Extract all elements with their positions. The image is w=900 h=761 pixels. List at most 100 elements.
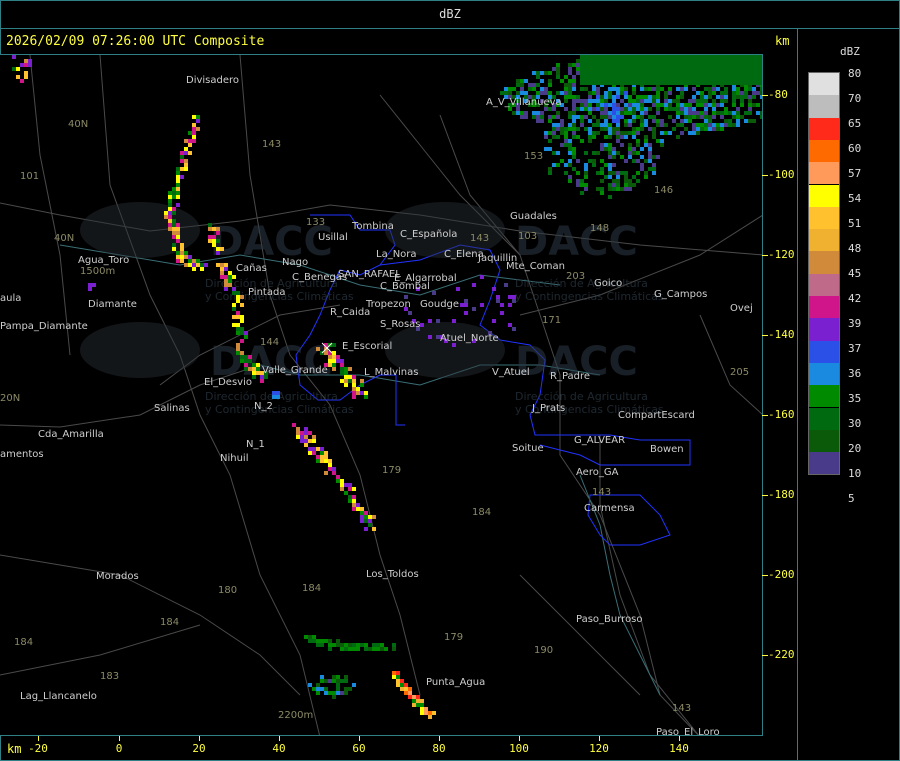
echo-cell — [348, 647, 352, 651]
echo-cell — [632, 127, 636, 131]
echo-cell — [520, 79, 524, 83]
echo-cell — [612, 115, 616, 119]
echo-cell — [632, 147, 636, 151]
echo-cell — [208, 235, 212, 239]
echo-cell — [644, 135, 648, 139]
echo-cell — [584, 163, 588, 167]
echo-cell — [616, 119, 620, 123]
echo-cell — [344, 375, 348, 379]
place-label: Diamante — [88, 299, 137, 310]
echo-cell — [304, 427, 308, 431]
echo-cell — [620, 135, 624, 139]
echo-cell — [616, 131, 620, 135]
echo-cell — [600, 123, 604, 127]
echo-cell — [568, 127, 572, 131]
echo-cell — [620, 115, 624, 119]
echo-cell — [628, 111, 632, 115]
echo-cell — [584, 183, 588, 187]
echo-cell — [568, 179, 572, 183]
echo-cell — [212, 235, 216, 239]
route-label: 20N — [0, 393, 20, 404]
echo-cell — [464, 303, 468, 307]
echo-cell — [180, 167, 184, 171]
echo-cell — [88, 287, 92, 291]
echo-cell — [344, 691, 348, 695]
echo-cell — [676, 95, 680, 99]
echo-cell — [316, 347, 320, 351]
echo-cell — [548, 131, 552, 135]
echo-cell — [508, 87, 512, 91]
echo-cell — [568, 83, 572, 87]
echo-cell — [616, 139, 620, 143]
echo-cell — [576, 179, 580, 183]
echo-cell — [364, 515, 368, 519]
echo-cell — [276, 391, 280, 395]
legend-swatch — [809, 296, 839, 319]
echo-cell — [624, 171, 628, 175]
echo-cell — [332, 675, 336, 679]
echo-cell — [172, 191, 176, 195]
echo-cell — [748, 103, 752, 107]
echo-cell — [592, 123, 596, 127]
echo-cell — [340, 379, 344, 383]
echo-cell — [664, 91, 668, 95]
echo-cell — [652, 127, 656, 131]
echo-cell — [688, 107, 692, 111]
echo-cell — [300, 439, 304, 443]
echo-cell — [732, 103, 736, 107]
echo-cell — [652, 99, 656, 103]
echo-cell — [604, 111, 608, 115]
echo-cell — [568, 115, 572, 119]
echo-cell — [612, 131, 616, 135]
echo-cell — [360, 519, 364, 523]
echo-cell — [568, 91, 572, 95]
echo-cell — [180, 251, 184, 255]
echo-cell — [400, 687, 404, 691]
echo-cell — [568, 175, 572, 179]
echo-cell — [320, 447, 324, 451]
y-tick-label: -160 — [768, 408, 795, 421]
echo-cell — [752, 95, 756, 99]
echo-cell — [420, 699, 424, 703]
echo-cell — [640, 163, 644, 167]
echo-cell — [392, 647, 396, 651]
place-label: R_Padre — [550, 371, 590, 382]
route-label: 184 — [14, 637, 33, 648]
echo-cell — [612, 111, 616, 115]
echo-cell — [608, 151, 612, 155]
echo-cell — [612, 99, 616, 103]
echo-cell — [688, 115, 692, 119]
echo-cell — [568, 95, 572, 99]
echo-cell — [12, 67, 16, 71]
echo-cell — [644, 99, 648, 103]
radar-map[interactable]: DACC DACC DACC DACC Dirección de Agricul… — [0, 54, 763, 736]
echo-cell — [352, 375, 356, 379]
echo-cell — [496, 295, 500, 299]
echo-cell — [704, 99, 708, 103]
echo-cell — [176, 255, 180, 259]
x-tick-label: 0 — [115, 742, 123, 755]
echo-cell — [616, 179, 620, 183]
legend-swatch — [809, 117, 839, 140]
echo-cell — [168, 227, 172, 231]
echo-cell — [616, 95, 620, 99]
echo-cell — [176, 223, 180, 227]
echo-cell — [420, 323, 424, 327]
echo-cell — [392, 671, 396, 675]
echo-cell — [504, 91, 508, 95]
echo-cell — [680, 111, 684, 115]
echo-cell — [344, 367, 348, 371]
echo-cell — [308, 447, 312, 451]
echo-cell — [664, 123, 668, 127]
echo-cell — [532, 111, 536, 115]
y-tick-label: -80 — [768, 88, 788, 101]
route-label: 190 — [534, 645, 553, 656]
echo-cell — [564, 135, 568, 139]
echo-cell — [732, 91, 736, 95]
echo-cell — [220, 267, 224, 271]
legend-value: 35 — [848, 392, 862, 405]
place-label: J_Prats — [531, 403, 565, 414]
echo-cell — [556, 67, 560, 71]
echo-cell — [348, 495, 352, 499]
echo-cell — [560, 131, 564, 135]
